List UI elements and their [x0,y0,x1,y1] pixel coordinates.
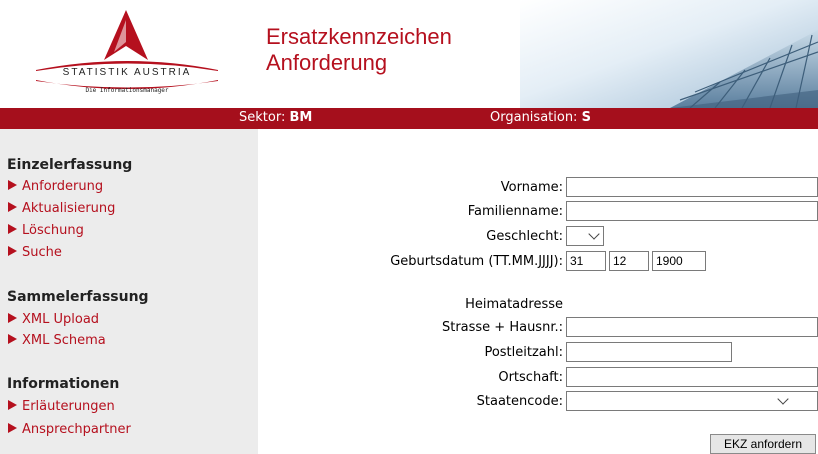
chevron-down-icon [588,228,600,240]
organisation-indicator: Organisation: S [490,110,591,125]
geburtsdatum-month-input[interactable]: 12 [609,251,649,271]
staatencode-select[interactable] [566,391,818,411]
chevron-down-icon [777,393,789,405]
arrow-right-icon [8,224,17,234]
sidebar-item-xml-schema[interactable]: XML Schema [8,333,106,348]
building-photo [520,0,818,108]
sidebar: Einzelerfassung Anforderung Aktualisieru… [0,129,258,454]
organisation-value: S [581,110,591,125]
familienname-input[interactable] [566,201,818,221]
strasse-input[interactable] [566,317,818,337]
postleitzahl-label: Postleitzahl: [484,345,563,360]
arrow-right-icon [8,334,17,344]
strasse-label: Strasse + Hausnr.: [441,320,563,335]
page-title: Ersatzkennzeichen Anforderung [266,24,452,76]
sidebar-heading-einzelerfassung: Einzelerfassung [7,157,133,173]
arrow-right-icon [8,400,17,410]
ortschaft-label: Ortschaft: [498,370,563,385]
sidebar-item-loeschung[interactable]: Löschung [8,223,84,238]
sidebar-heading-informationen: Informationen [7,376,120,392]
arrow-right-icon [8,313,17,323]
sidebar-item-aktualisierung[interactable]: Aktualisierung [8,201,115,216]
arrow-right-icon [8,180,17,190]
page-title-line2: Anforderung [266,50,388,75]
arrow-right-icon [8,202,17,212]
vorname-label: Vorname: [500,180,563,195]
sidebar-item-suche[interactable]: Suche [8,245,62,260]
arrow-right-icon [8,423,17,433]
sidebar-item-anforderung[interactable]: Anforderung [8,179,103,194]
staatencode-label: Staatencode: [476,394,563,409]
geschlecht-label: Geschlecht: [486,229,563,244]
sektor-value: BM [289,110,313,125]
status-bar: Sektor: BM Organisation: S [0,108,818,129]
sidebar-item-ansprechpartner[interactable]: Ansprechpartner [8,422,131,437]
postleitzahl-input[interactable] [566,342,732,362]
page-header: STATISTIK AUSTRIA Die Informationsmanage… [0,0,818,108]
familienname-label: Familienname: [467,204,563,219]
logo-tagline: Die Informationsmanager [85,87,168,94]
geburtsdatum-label: Geburtsdatum (TT.MM.JJJJ): [390,254,563,269]
geburtsdatum-day-input[interactable]: 31 [566,251,606,271]
heimatadresse-heading: Heimatadresse [465,297,563,312]
arrow-right-icon [8,246,17,256]
sidebar-item-erlaeuterungen[interactable]: Erläuterungen [8,399,115,414]
geburtsdatum-year-input[interactable]: 1900 [652,251,706,271]
geschlecht-select[interactable] [566,226,604,246]
sektor-indicator: Sektor: BM [239,110,313,125]
sidebar-item-xml-upload[interactable]: XML Upload [8,312,99,327]
logo-wordmark: STATISTIK AUSTRIA [63,67,192,78]
sidebar-heading-sammelerfassung: Sammelerfassung [7,289,149,305]
vorname-input[interactable] [566,177,818,197]
statistik-austria-logo: STATISTIK AUSTRIA Die Informationsmanage… [36,10,218,94]
ortschaft-input[interactable] [566,367,818,387]
ekz-anfordern-button[interactable]: EKZ anfordern [710,434,816,454]
page-title-line1: Ersatzkennzeichen [266,24,452,49]
